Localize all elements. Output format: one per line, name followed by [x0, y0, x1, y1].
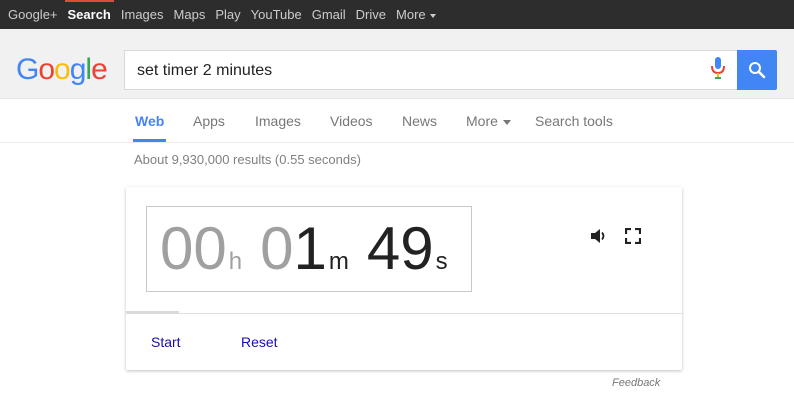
- timer-progress-fill: [126, 311, 179, 314]
- topnav-more-label: More: [396, 7, 426, 22]
- logo-letter: e: [91, 53, 108, 86]
- timer-display[interactable]: 00h 01m 49s: [146, 206, 472, 292]
- tab-more[interactable]: More: [466, 99, 511, 142]
- search-input[interactable]: [135, 59, 699, 83]
- tab-apps[interactable]: Apps: [193, 99, 225, 142]
- timer-seconds: 49: [366, 215, 434, 282]
- search-header: Google: [0, 29, 794, 99]
- topnav-maps[interactable]: Maps: [174, 0, 206, 29]
- timer-hours-unit: h: [228, 248, 243, 275]
- microphone-icon[interactable]: [708, 55, 728, 85]
- result-stats: About 9,930,000 results (0.55 seconds): [134, 152, 361, 167]
- search-button[interactable]: [737, 50, 777, 90]
- tab-search-tools[interactable]: Search tools: [535, 99, 613, 142]
- timer-progress-track: [126, 313, 682, 314]
- search-box: [124, 50, 738, 90]
- top-nav-list: Google+ Search Images Maps Play YouTube …: [0, 0, 794, 29]
- tab-videos[interactable]: Videos: [330, 99, 373, 142]
- tab-more-label: More: [466, 113, 498, 129]
- timer-card: 00h 01m 49s Start Reset: [126, 187, 682, 370]
- fullscreen-icon[interactable]: [623, 226, 643, 246]
- tab-images[interactable]: Images: [255, 99, 301, 142]
- topnav-gmail[interactable]: Gmail: [312, 0, 346, 29]
- search-tabs: Web Apps Images Videos News More Search …: [0, 99, 794, 143]
- search-icon: [749, 62, 766, 79]
- start-button[interactable]: Start: [151, 334, 181, 350]
- topnav-youtube[interactable]: YouTube: [251, 0, 302, 29]
- logo-letter: o: [54, 53, 71, 86]
- topnav-search[interactable]: Search: [64, 0, 115, 29]
- timer-minutes-unit: m: [328, 248, 349, 275]
- tab-news[interactable]: News: [402, 99, 437, 142]
- feedback-link[interactable]: Feedback: [612, 377, 660, 389]
- timer-digits: 00h 01m 49s: [160, 217, 448, 281]
- topnav-more[interactable]: More: [396, 0, 436, 29]
- speaker-icon[interactable]: [589, 226, 609, 246]
- timer-seconds-unit: s: [435, 248, 448, 275]
- topnav-images[interactable]: Images: [121, 0, 164, 29]
- tab-web[interactable]: Web: [132, 99, 167, 142]
- topnav-drive[interactable]: Drive: [356, 0, 386, 29]
- topnav-play[interactable]: Play: [215, 0, 240, 29]
- timer-minutes-tens: 0: [260, 215, 294, 282]
- google-logo[interactable]: Google: [16, 53, 108, 87]
- chevron-down-icon: [429, 13, 436, 18]
- top-navigation-bar: Google+ Search Images Maps Play YouTube …: [0, 0, 794, 29]
- topnav-googleplus[interactable]: Google+: [8, 0, 58, 29]
- timer-minutes-ones: 1: [293, 215, 327, 282]
- reset-button[interactable]: Reset: [241, 334, 278, 350]
- timer-hours: 00: [160, 215, 227, 282]
- logo-letter: g: [69, 53, 87, 86]
- chevron-down-icon: [502, 119, 511, 125]
- logo-letter: o: [38, 53, 55, 86]
- logo-letter: G: [16, 53, 39, 86]
